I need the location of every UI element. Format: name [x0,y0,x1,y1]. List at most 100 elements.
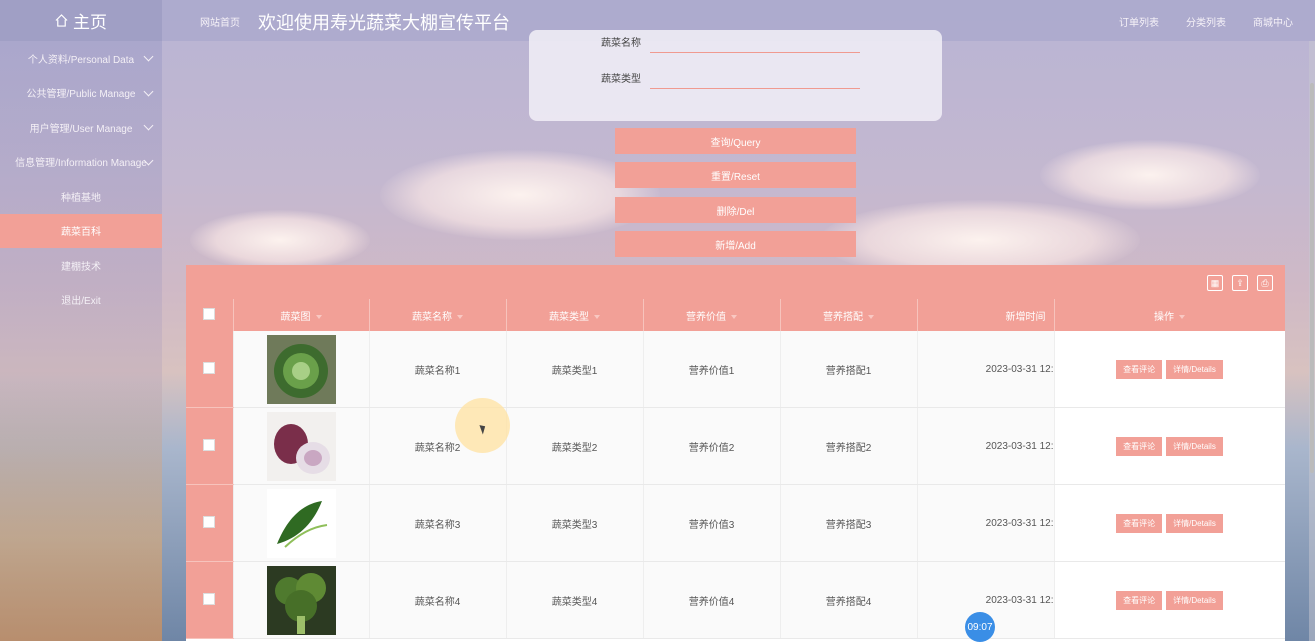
sidebar-item-label: 退出/Exit [61,296,101,308]
sort-icon[interactable] [594,314,600,319]
add-button[interactable]: 新增/Add [615,231,856,257]
reed-grass-decoration [0,381,162,641]
column-header-pairing[interactable]: 营养搭配 [780,299,918,331]
details-button[interactable]: 详情/Details [1166,590,1223,610]
sort-icon[interactable] [315,314,322,319]
chevron-down-icon [143,51,154,62]
view-reviews-button[interactable]: 查看评论 [1116,590,1163,610]
column-header-label: 蔬菜图 [280,311,311,323]
row-select-cell[interactable] [186,561,234,639]
export-icon[interactable]: ⇪ [1232,275,1248,291]
column-header-label: 新增时间 [1005,311,1046,323]
sort-icon[interactable] [1179,314,1185,319]
vegetable-type-cell: 蔬菜类型4 [506,561,644,639]
nutrition-value-cell: 营养价值2 [643,407,781,485]
print-icon[interactable]: ⎙ [1257,275,1273,291]
row-select-cell[interactable] [186,407,234,485]
page-scrollbar[interactable] [1309,41,1315,641]
row-actions-cell: 查看评论 详情/Details [1054,484,1285,562]
column-header-label: 营养价值 [686,311,726,323]
details-button[interactable]: 详情/Details [1166,436,1223,456]
nutrition-pairing-cell: 营养搭配4 [780,561,918,639]
nutrition-pairing-cell: 营养搭配1 [780,331,918,408]
table-row[interactable]: 蔬菜名称3 蔬菜类型3 营养价值3 营养搭配3 2023-03-31 12: 查看评论 详情… [186,484,1285,562]
order-list-link[interactable]: 订单列表 [1119,14,1159,29]
sidebar-item[interactable]: 退出/Exit [0,283,162,318]
vegetable-type-input[interactable] [650,66,860,89]
row-checkbox[interactable] [203,438,216,451]
view-reviews-button[interactable]: 查看评论 [1116,359,1163,379]
details-button[interactable]: 详情/Details [1166,359,1223,379]
details-button[interactable]: 详情/Details [1166,513,1223,533]
delete-button[interactable]: 删除/Del [615,197,856,223]
clock-badge: 09:07 [965,612,995,642]
sidebar-item-label: 种植基地 [61,192,101,204]
sidebar: 个人资料/Personal Data 公共管理/Public Manage 用户管理… [0,41,162,641]
nutrition-pairing-cell: 营养搭配2 [780,407,918,485]
vegetable-name-input[interactable] [650,30,860,53]
sidebar-item[interactable]: 公共管理/Public Manage [0,76,162,111]
vegetable-table-panel: ▦ ⇪ ⎙ 蔬菜图 蔬菜名称 蔬菜类型 营养价值 营养搭配 新增时间 操作 蔬菜… [186,265,1285,641]
added-time-cell: 2023-03-31 12: [917,331,1055,408]
column-filter-icon[interactable]: ▦ [1207,275,1223,291]
row-actions-cell: 查看评论 详情/Details [1054,331,1285,408]
cloud [1040,140,1260,210]
vegetable-image-cell [233,331,370,408]
sidebar-item[interactable]: 信息管理/Information Manage [0,145,162,180]
row-checkbox[interactable] [203,515,216,528]
scrollbar-thumb[interactable] [1310,83,1314,473]
row-checkbox[interactable] [203,361,216,374]
vegetable-type-label: 蔬菜类型 [601,74,641,85]
sidebar-item[interactable]: 蔬菜百科 [0,213,162,248]
column-header-label: 蔬菜类型 [549,311,589,323]
row-checkbox[interactable] [203,592,216,605]
category-list-link[interactable]: 分类列表 [1186,14,1226,29]
column-header-time[interactable]: 新增时间 [917,299,1055,331]
column-header-label: 蔬菜名称 [412,311,452,323]
top-right-links: 订单列表 分类列表 商城中心 [1119,14,1293,29]
home-icon [55,14,68,27]
added-time-cell: 2023-03-31 12: [917,407,1055,485]
column-header-type[interactable]: 蔬菜类型 [506,299,644,331]
search-panel: 蔬菜名称 蔬菜类型 [529,30,942,121]
row-select-cell[interactable] [186,331,234,408]
reset-button[interactable]: 重置/Reset [615,162,856,188]
table-row[interactable]: 蔬菜名称1 蔬菜类型1 营养价值1 营养搭配1 2023-03-31 12: 查看评论 详情… [186,331,1285,408]
sidebar-item[interactable]: 种植基地 [0,179,162,214]
home-brand[interactable]: 主页 [0,0,162,41]
added-time-cell: 2023-03-31 12: [917,484,1055,562]
nav-site-home-link[interactable]: 网站首页 [200,14,240,29]
sort-icon[interactable] [868,314,874,319]
column-header-nutrition[interactable]: 营养价值 [643,299,781,331]
sidebar-item[interactable]: 用户管理/User Manage [0,110,162,145]
column-header-actions: 操作 [1054,299,1285,331]
vegetable-image [266,411,336,481]
column-header-image[interactable]: 蔬菜图 [233,299,370,331]
sidebar-item-label: 蔬菜百科 [61,227,101,239]
row-select-cell[interactable] [186,484,234,562]
site-title: 欢迎使用寿光蔬菜大棚宣传平台 [258,13,510,33]
select-all-header[interactable] [186,299,234,331]
view-reviews-button[interactable]: 查看评论 [1116,436,1163,456]
vegetable-image-cell [233,484,370,562]
table-row[interactable]: 蔬菜名称2 蔬菜类型2 营养价值2 营养搭配2 2023-03-31 12: 查看评论 详情… [186,407,1285,485]
vegetable-name-cell: 蔬菜名称4 [369,561,507,639]
select-all-checkbox[interactable] [203,307,216,320]
vegetable-type-cell: 蔬菜类型2 [506,407,644,485]
column-header-label: 营养搭配 [823,311,863,323]
sort-icon[interactable] [731,314,737,319]
vegetable-image [266,334,336,404]
sort-icon[interactable] [457,314,463,319]
vegetable-table: 蔬菜图 蔬菜名称 蔬菜类型 营养价值 营养搭配 新增时间 操作 蔬菜名称1 蔬菜类… [186,299,1285,639]
mall-center-link[interactable]: 商城中心 [1253,14,1293,29]
vegetable-name-cell: 蔬菜名称1 [369,331,507,408]
brand-label: 主页 [73,13,107,32]
sidebar-item[interactable]: 个人资料/Personal Data [0,41,162,76]
query-button[interactable]: 查询/Query [615,128,856,154]
view-reviews-button[interactable]: 查看评论 [1116,513,1163,533]
column-header-name[interactable]: 蔬菜名称 [369,299,507,331]
sidebar-item[interactable]: 建棚技术 [0,248,162,283]
vegetable-type-cell: 蔬菜类型3 [506,484,644,562]
column-header-label: 操作 [1154,311,1174,323]
sidebar-item-label: 个人资料/Personal Data [27,54,135,66]
